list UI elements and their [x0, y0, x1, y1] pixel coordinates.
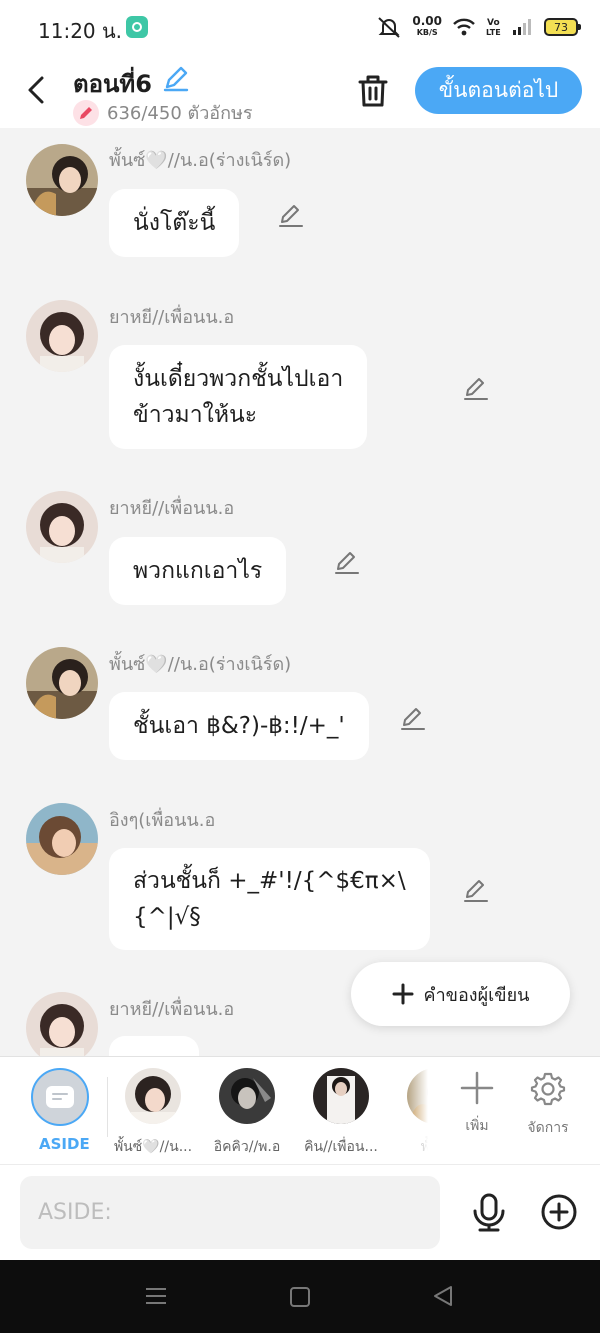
character-name: อิคคิว//พ.อ — [213, 1139, 281, 1155]
character-count: 636/450 ตัวอักษร — [107, 103, 253, 124]
back-arrow-icon[interactable] — [18, 70, 58, 110]
avatar[interactable] — [26, 803, 98, 875]
composer-bar — [0, 1164, 600, 1260]
home-icon[interactable] — [290, 1287, 310, 1307]
system-navigation-bar — [0, 1260, 600, 1333]
message-text: นั่งโต๊ะนี้ — [133, 210, 216, 236]
message-text: พวกแกเอาไร — [133, 558, 263, 584]
chat-area[interactable]: พั้นซ์🤍//น.อ(ร่างเนิร์ด) นั่งโต๊ะนี้ ยาห… — [0, 128, 600, 1056]
status-time: 11:20 น. — [38, 19, 123, 43]
avatar[interactable] — [26, 491, 98, 563]
gear-icon — [530, 1072, 566, 1106]
avatar[interactable] — [26, 647, 98, 719]
character-avatar — [125, 1068, 181, 1124]
character-avatar — [313, 1068, 369, 1124]
sender-name: อิงๆ(เพื่อนน.อ — [109, 810, 216, 831]
edit-message-icon[interactable] — [333, 548, 361, 576]
sender-name: ยาหยี//เพื่อนน.อ — [109, 307, 235, 328]
app-notification-icon — [126, 16, 148, 38]
aside-label: ASIDE — [39, 1135, 90, 1153]
volte-icon: Vo LTE — [486, 18, 501, 37]
add-character-button[interactable]: เพิ่ม — [447, 1071, 507, 1137]
sender-name: ยาหยี//เพื่อนน.อ — [109, 999, 235, 1020]
author-note-button[interactable]: คำของผู้เขียน — [351, 962, 570, 1026]
message-text-line: ข้าวมาให้นะ — [133, 402, 258, 428]
message-bubble[interactable]: นั่งโต๊ะนี้ — [109, 189, 240, 257]
sender-name: พั้นซ์🤍//น.อ(ร่างเนิร์ด) — [109, 654, 292, 675]
edit-title-pencil-icon[interactable] — [161, 63, 191, 93]
message-bubble[interactable]: ส่วนชั้นก็ +_#'!/{^$€π×\ {^|√§ — [109, 848, 430, 950]
aside-button[interactable] — [31, 1068, 89, 1126]
signal-icon — [513, 19, 531, 35]
character-chip[interactable]: พั้นซ์🤍//น... — [108, 1068, 198, 1158]
status-icons: 0.00 KB/S Vo LTE 73 — [376, 12, 581, 42]
sender-name: ยาหยี//เพื่อนน.อ — [109, 498, 235, 519]
message-text: ชั้นเอา ฿&?)-฿:!/+_' — [133, 713, 345, 739]
character-chip[interactable]: คิน//เพื่อน... — [296, 1068, 386, 1158]
message-text-line: ส่วนชั้นก็ +_#'!/{^$€π×\ — [133, 868, 406, 894]
message-text-line: งั้นเดี๋ยวพวกชั้นไปเอา — [133, 366, 344, 392]
edit-message-icon[interactable] — [462, 374, 490, 402]
wifi-icon — [453, 18, 475, 36]
author-note-label: คำของผู้เขียน — [423, 984, 530, 1006]
trash-icon[interactable] — [354, 72, 392, 110]
manage-characters-button[interactable]: จัดการ — [518, 1071, 578, 1139]
message-input[interactable] — [20, 1176, 440, 1249]
character-name: พั้นซ์🤍//น... — [113, 1139, 193, 1155]
edit-message-icon[interactable] — [462, 876, 490, 904]
add-circle-icon[interactable] — [540, 1193, 578, 1231]
next-step-button[interactable]: ขั้นตอนต่อไป — [415, 67, 582, 114]
svg-text:Vo: Vo — [487, 18, 500, 28]
character-avatar — [219, 1068, 275, 1124]
message-bubble[interactable]: พวกแกเอาไร — [109, 537, 287, 605]
mute-bell-icon — [378, 17, 401, 38]
message-text-line: {^|√§ — [133, 904, 201, 930]
pencil-badge-icon — [73, 99, 99, 126]
network-speed: 0.00 KB/S — [412, 14, 442, 37]
add-label: เพิ่ม — [465, 1118, 489, 1134]
microphone-icon[interactable] — [470, 1193, 508, 1233]
scroll-fade — [408, 1057, 428, 1165]
avatar[interactable] — [26, 300, 98, 372]
aside-message-icon — [46, 1086, 74, 1108]
svg-text:LTE: LTE — [486, 28, 501, 37]
status-bar: 11:20 น. 0.00 KB/S Vo LTE 73 — [0, 0, 600, 54]
editor-header: ตอนที่6 636/450 ตัวอักษร ขั้นตอนต่อไป — [0, 54, 600, 128]
message-bubble[interactable] — [109, 1036, 199, 1056]
edit-message-icon[interactable] — [277, 201, 305, 229]
plus-icon — [460, 1071, 494, 1105]
message-bubble[interactable]: งั้นเดี๋ยวพวกชั้นไปเอา ข้าวมาให้นะ — [109, 345, 368, 449]
back-triangle-icon[interactable] — [432, 1285, 454, 1307]
recent-apps-icon[interactable] — [145, 1287, 167, 1305]
avatar[interactable] — [26, 992, 98, 1056]
character-count-row: 636/450 ตัวอักษร — [73, 98, 253, 127]
battery-icon: 73 — [544, 18, 581, 36]
sender-name: พั้นซ์🤍//น.อ(ร่างเนิร์ด) — [109, 150, 292, 171]
manage-label: จัดการ — [527, 1120, 569, 1136]
character-selector-bar: ASIDE พั้นซ์🤍//น... อิคคิว//พ.อ คิน//เพื… — [0, 1056, 600, 1165]
character-name: คิน//เพื่อน... — [304, 1139, 378, 1155]
plus-icon — [392, 983, 414, 1005]
edit-message-icon[interactable] — [399, 704, 427, 732]
message-bubble[interactable]: ชั้นเอา ฿&?)-฿:!/+_' — [109, 692, 369, 760]
character-chip[interactable]: อิคคิว//พ.อ — [202, 1068, 292, 1158]
avatar[interactable] — [26, 144, 98, 216]
